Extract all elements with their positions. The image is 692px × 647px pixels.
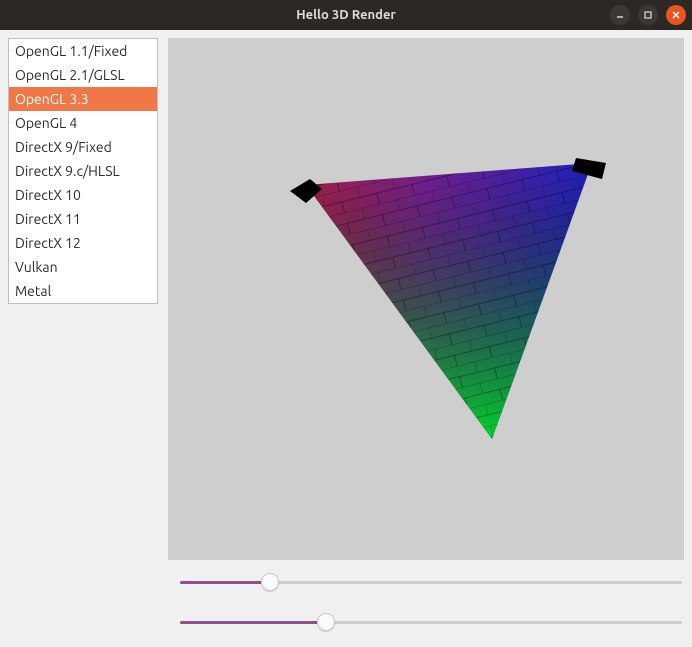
minimize-button[interactable] [610,5,630,25]
renderer-item[interactable]: DirectX 9.c/HLSL [9,159,157,183]
renderer-item[interactable]: Vulkan [9,255,157,279]
slider-2-thumb[interactable] [317,613,335,631]
close-icon [671,10,681,20]
slider-2-track-fill [180,621,326,624]
titlebar: Hello 3D Render [0,0,692,30]
slider-1-track [270,581,682,584]
window-controls [610,0,686,30]
renderer-item[interactable]: OpenGL 2.1/GLSL [9,63,157,87]
slider-1[interactable] [180,572,682,592]
renderer-item[interactable]: DirectX 9/Fixed [9,135,157,159]
maximize-icon [643,10,653,20]
renderer-item[interactable]: DirectX 10 [9,183,157,207]
renderer-item[interactable]: OpenGL 3.3 [9,87,157,111]
renderer-item[interactable]: OpenGL 1.1/Fixed [9,39,157,63]
slider-2[interactable] [180,612,682,632]
window-title: Hello 3D Render [296,8,396,22]
maximize-button[interactable] [638,5,658,25]
close-button[interactable] [666,5,686,25]
triangle-render [236,149,616,449]
slider-1-thumb[interactable] [261,573,279,591]
renderer-item[interactable]: Metal [9,279,157,303]
renderer-item[interactable]: OpenGL 4 [9,111,157,135]
minimize-icon [615,10,625,20]
renderer-listbox[interactable]: OpenGL 1.1/FixedOpenGL 2.1/GLSLOpenGL 3.… [8,38,158,304]
renderer-item[interactable]: DirectX 12 [9,231,157,255]
render-viewport [168,38,684,560]
content-area: OpenGL 1.1/FixedOpenGL 2.1/GLSLOpenGL 3.… [0,30,692,568]
slider-2-track [326,621,682,624]
sliders-area [0,568,692,632]
slider-1-track-fill [180,581,270,584]
renderer-item[interactable]: DirectX 11 [9,207,157,231]
